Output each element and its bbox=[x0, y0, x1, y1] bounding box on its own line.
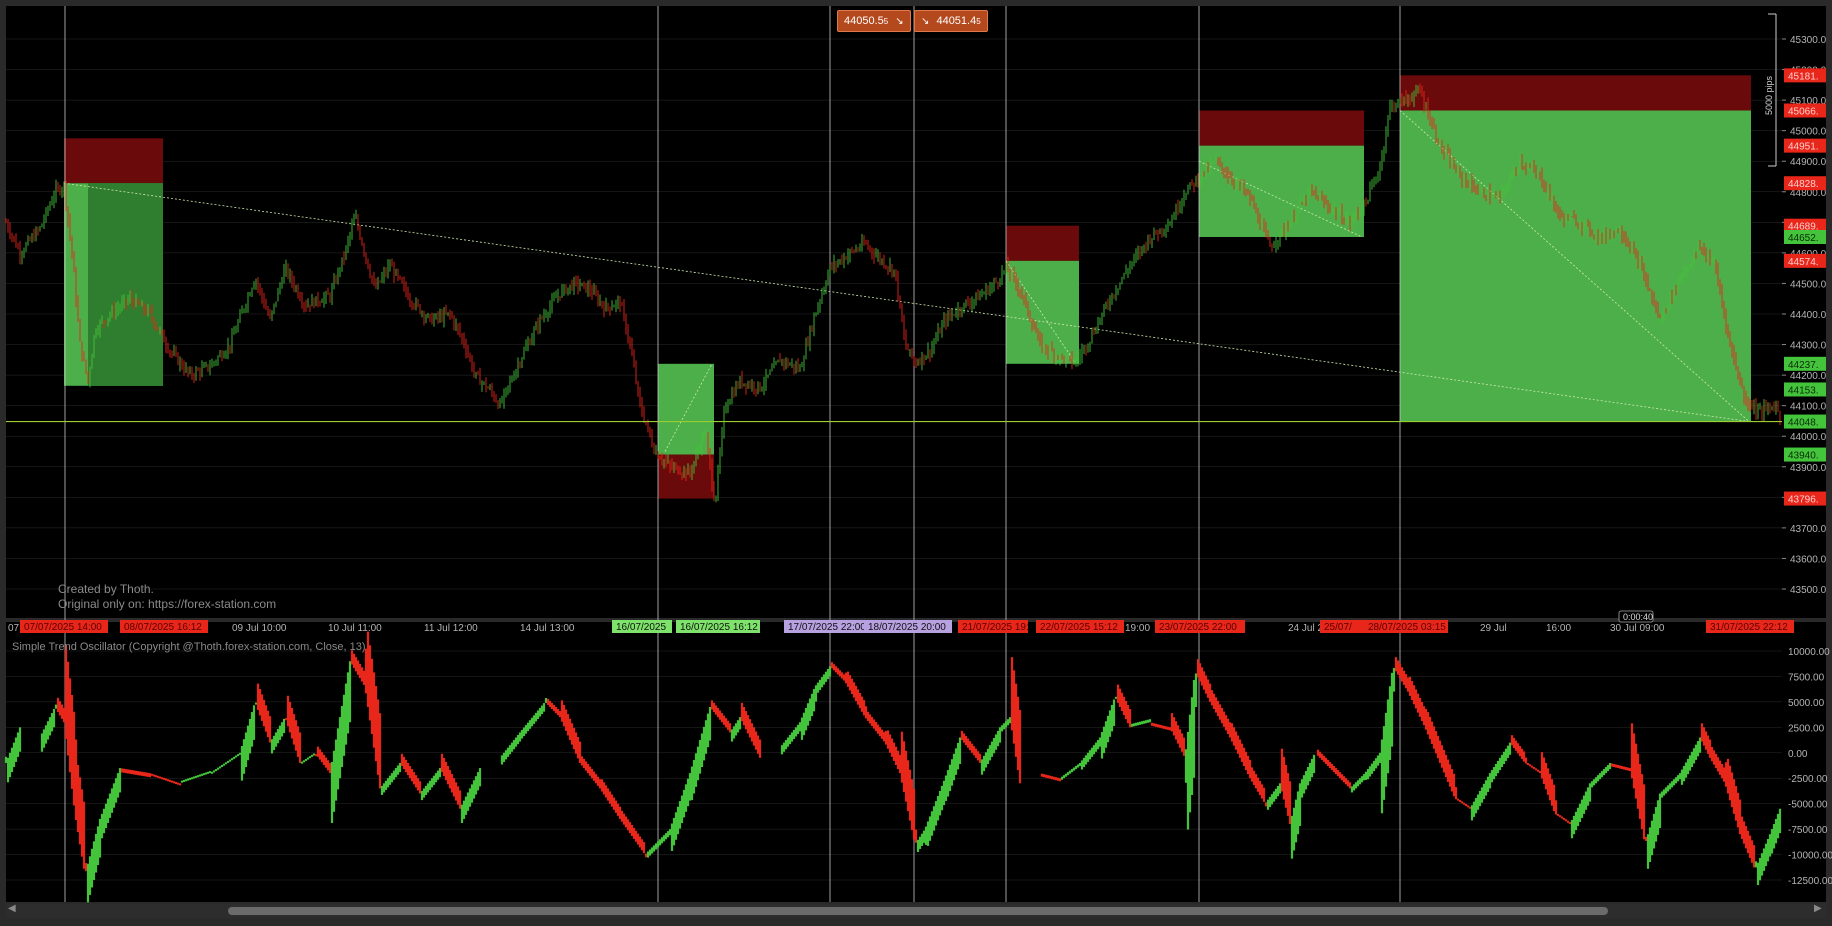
stop-loss-zone bbox=[1006, 225, 1079, 261]
buy-order-chip[interactable]: ↘ 44051.45 bbox=[914, 10, 988, 32]
price-badge-label: 44048. bbox=[1788, 418, 1819, 429]
time-tag-label: 17/07/2025 22:00 bbox=[788, 622, 866, 633]
watermark-line-2: Original only on: https://forex-station.… bbox=[58, 597, 277, 611]
osc-tick-label: 2500.00 bbox=[1788, 723, 1825, 734]
price-tick-label: 43700.0 bbox=[1790, 524, 1827, 535]
sell-price-label: 44050.5 bbox=[844, 15, 884, 27]
chart-canvas[interactable]: 45300.045200.045100.045000.044900.044800… bbox=[0, 0, 1832, 926]
price-tick-label: 45300.0 bbox=[1790, 35, 1827, 46]
osc-tick-label: 7500.00 bbox=[1788, 672, 1825, 683]
time-tag-label: 21/07/2025 19: bbox=[962, 622, 1029, 633]
osc-tick-label: -12500.00 bbox=[1788, 876, 1832, 887]
price-badge-label: 44237. bbox=[1788, 360, 1819, 371]
time-tag-label: 08/07/2025 16:12 bbox=[124, 622, 202, 633]
take-profit-zone bbox=[658, 363, 714, 455]
price-tick-label: 44100.0 bbox=[1790, 402, 1827, 413]
take-profit-zone bbox=[1199, 145, 1364, 237]
osc-tick-label: 0.00 bbox=[1788, 749, 1808, 760]
osc-tick-label: -10000.00 bbox=[1788, 851, 1832, 862]
price-badge-label: 43940. bbox=[1788, 451, 1819, 462]
osc-tick-label: 5000.00 bbox=[1788, 698, 1825, 709]
price-badge-label: 43796. bbox=[1788, 495, 1819, 506]
time-tag-label: 16/07/2025 bbox=[616, 622, 666, 633]
time-axis-label: 16:00 bbox=[1546, 623, 1571, 634]
price-tick-label: 44900.0 bbox=[1790, 157, 1827, 168]
watermark-line-1: Created by Thoth. bbox=[58, 582, 154, 596]
take-profit-zone bbox=[1400, 110, 1751, 422]
time-axis-label: 11 Jul 12:00 bbox=[424, 623, 478, 634]
time-axis-label: 19:00 bbox=[1125, 623, 1150, 634]
price-tick-label: 44300.0 bbox=[1790, 341, 1827, 352]
price-tick-label: 43900.0 bbox=[1790, 463, 1827, 474]
osc-tick-label: -7500.00 bbox=[1788, 825, 1828, 836]
sell-order-chip[interactable]: 44050.55 ↘ bbox=[837, 10, 911, 32]
osc-tick-label: 10000.00 bbox=[1788, 647, 1830, 658]
price-badge-label: 44153. bbox=[1788, 385, 1819, 396]
triangle-right-icon[interactable]: ▶ bbox=[1814, 903, 1822, 914]
time-axis-label: 30 Jul 09:00 bbox=[1610, 623, 1665, 634]
osc-tick-label: -2500.00 bbox=[1788, 774, 1828, 785]
price-tick-label: 43500.0 bbox=[1790, 585, 1827, 596]
price-badge-label: 45066. bbox=[1788, 107, 1819, 118]
osc-tick-label: -5000.00 bbox=[1788, 800, 1828, 811]
time-axis-label: 24 Jul 2 bbox=[1288, 623, 1323, 634]
price-badge-label: 44574. bbox=[1788, 257, 1819, 268]
time-tag-label: 22/07/2025 15:12 bbox=[1040, 622, 1118, 633]
stop-loss-zone bbox=[1400, 75, 1751, 111]
price-tick-label: 45000.0 bbox=[1790, 127, 1827, 138]
time-tag-label: 31/07/2025 22:12 bbox=[1710, 622, 1788, 633]
buy-price-label: 44051.4 bbox=[936, 15, 977, 27]
price-badge-label: 44652. bbox=[1788, 233, 1819, 244]
buy-price-sub: 5 bbox=[976, 17, 981, 26]
stop-loss-zone bbox=[64, 138, 163, 184]
pips-label: 5000 pips bbox=[1764, 75, 1774, 115]
price-tick-label: 44400.0 bbox=[1790, 310, 1827, 321]
time-axis-label: 29 Jul bbox=[1480, 623, 1507, 634]
sell-price-sub: 5 bbox=[883, 17, 889, 26]
price-tick-label: 44200.0 bbox=[1790, 371, 1827, 382]
oscillator-title: Simple Trend Oscillator (Copyright @Thot… bbox=[12, 641, 366, 653]
price-tick-label: 44500.0 bbox=[1790, 279, 1827, 290]
chart-window: 45300.045200.045100.045000.044900.044800… bbox=[0, 0, 1832, 926]
take-profit-zone bbox=[1006, 260, 1079, 364]
price-badge-label: 45181. bbox=[1788, 71, 1819, 82]
time-axis-label: 07 bbox=[8, 623, 20, 634]
filled-trade-zone bbox=[88, 183, 163, 386]
time-tag-label: 23/07/2025 22:00 bbox=[1159, 622, 1237, 633]
scrollbar-thumb[interactable] bbox=[228, 907, 1608, 915]
time-axis-label: 10 Jul 11:00 bbox=[328, 623, 382, 634]
triangle-left-icon[interactable]: ◀ bbox=[8, 903, 16, 914]
price-tick-label: 43600.0 bbox=[1790, 554, 1827, 565]
price-badge-label: 44828. bbox=[1788, 179, 1819, 190]
arrow-down-right-icon: ↘ bbox=[895, 16, 904, 27]
price-badge-label: 44951. bbox=[1788, 142, 1819, 153]
time-axis-label: 14 Jul 13:00 bbox=[520, 623, 575, 634]
time-axis-label: 09 Jul 10:00 bbox=[232, 623, 287, 634]
time-tag-label: 25/07/ bbox=[1324, 622, 1352, 633]
arrow-up-right-icon: ↘ bbox=[921, 16, 930, 27]
stop-loss-zone bbox=[1199, 110, 1364, 146]
time-tag-label: 16/07/2025 16:12 bbox=[680, 622, 758, 633]
timer-label: 0:00:40 bbox=[1623, 612, 1653, 622]
time-tag-label: 18/07/2025 20:00 bbox=[868, 622, 946, 633]
time-tag-label: 07/07/2025 14:00 bbox=[24, 622, 102, 633]
oscillator-panel-bg bbox=[6, 622, 1782, 902]
price-tick-label: 44000.0 bbox=[1790, 432, 1827, 443]
time-tag-label: 28/07/2025 03:15 bbox=[1368, 622, 1446, 633]
